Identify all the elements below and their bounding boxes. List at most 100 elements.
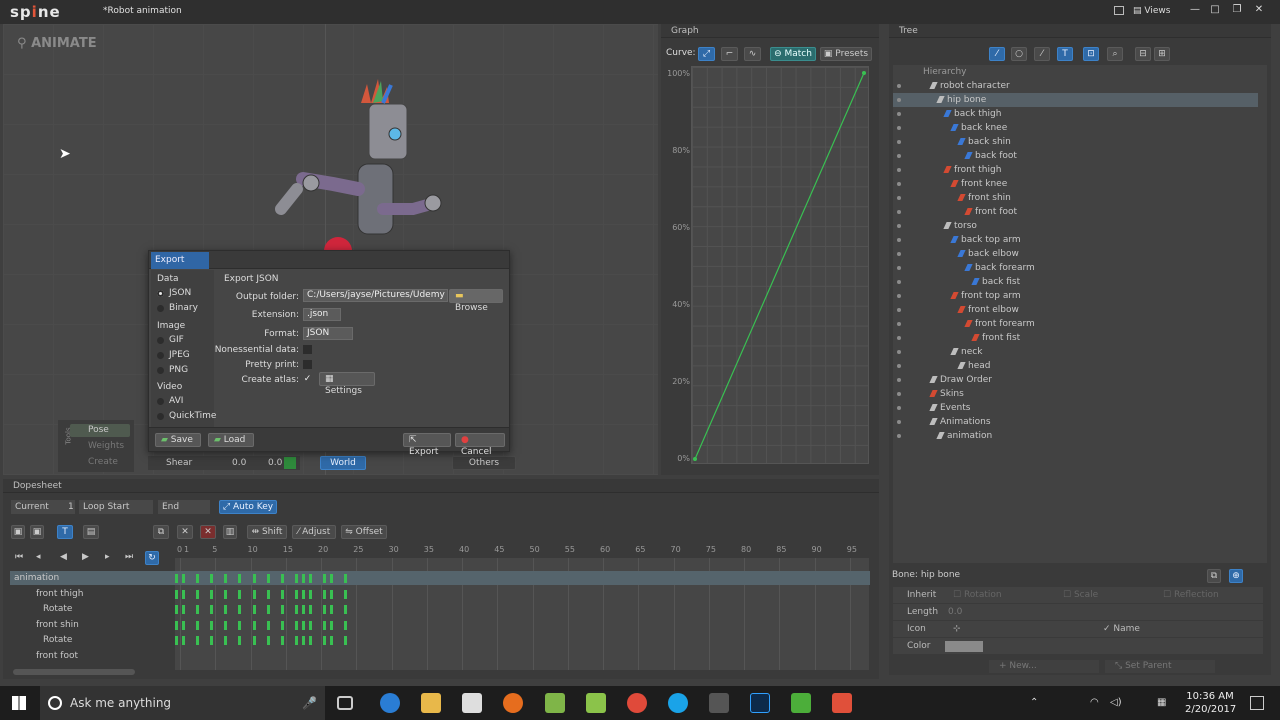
offset-button[interactable]: ⇋ Offset <box>341 525 387 539</box>
keyframe[interactable] <box>266 620 270 630</box>
presets-button[interactable]: ▣ Presets <box>820 47 872 61</box>
prev-key-icon[interactable]: ◂ <box>36 552 41 562</box>
keyframe[interactable] <box>323 605 327 614</box>
windows-start-icon[interactable] <box>12 696 26 710</box>
new-button[interactable]: + New... <box>989 660 1099 673</box>
keyframe[interactable] <box>294 620 298 630</box>
constraints-filter-icon[interactable]: T <box>1057 47 1073 61</box>
attachments-filter-icon[interactable]: ⁄ <box>1034 47 1050 61</box>
next-key-icon[interactable]: ▸ <box>105 552 110 562</box>
keyframe[interactable] <box>238 620 242 630</box>
notes-icon[interactable] <box>586 693 606 713</box>
keyframe[interactable] <box>175 589 178 599</box>
shear-x-value[interactable]: 0.0 <box>232 456 246 470</box>
keyframe[interactable] <box>224 574 228 583</box>
visibility-icon[interactable] <box>897 420 901 424</box>
tree-item[interactable]: back top arm <box>893 233 1258 247</box>
visibility-icon[interactable] <box>897 350 901 354</box>
keyframe[interactable] <box>280 636 284 645</box>
keyframe[interactable] <box>182 620 186 630</box>
keyframe[interactable] <box>196 574 200 583</box>
keyframe[interactable] <box>210 605 214 614</box>
pose-button[interactable]: Pose <box>70 424 130 437</box>
keyframe[interactable] <box>224 620 228 630</box>
store-icon[interactable] <box>462 693 482 713</box>
keyframe[interactable] <box>294 589 298 599</box>
graph-plot[interactable] <box>691 66 869 464</box>
loop-icon[interactable]: ↻ <box>145 551 159 565</box>
keyframe[interactable] <box>344 589 348 599</box>
keyframe[interactable] <box>252 589 256 599</box>
keyframe[interactable] <box>301 574 305 583</box>
keyframe[interactable] <box>301 636 305 645</box>
keyframe[interactable] <box>280 605 284 614</box>
load-button[interactable]: ▰ Load <box>208 433 254 447</box>
visibility-icon[interactable] <box>897 98 901 102</box>
tree-item[interactable]: back fist <box>893 275 1258 289</box>
name-checkbox[interactable]: ✓ Name <box>1103 621 1140 637</box>
timeline-ruler[interactable]: 0 1 5 10 15 20 25 30 35 40 45 50 55 60 65 70 75 80 85 90 95 <box>175 545 875 559</box>
tree-item[interactable]: Animations <box>893 415 1258 429</box>
color-swatch[interactable] <box>945 641 983 652</box>
keyframe[interactable] <box>294 636 298 645</box>
dopesheet-row[interactable]: animation <box>10 571 870 585</box>
remove-icon[interactable]: ✕ <box>200 525 216 539</box>
keyframe[interactable] <box>294 574 298 583</box>
visibility-icon[interactable] <box>897 364 901 368</box>
keyframe[interactable] <box>344 574 348 583</box>
keyframe[interactable] <box>175 574 178 583</box>
tree-item[interactable]: back forearm <box>893 261 1258 275</box>
tree-item[interactable]: front thigh <box>893 163 1258 177</box>
visibility-icon[interactable] <box>897 126 901 130</box>
keyframe[interactable] <box>252 605 256 614</box>
keyframe[interactable] <box>224 636 228 645</box>
tree-item[interactable]: neck <box>893 345 1258 359</box>
tree-item[interactable]: front knee <box>893 177 1258 191</box>
pretty-print-checkbox[interactable] <box>303 360 312 369</box>
visibility-icon[interactable] <box>897 140 901 144</box>
curve-stepped-icon[interactable]: ⌐ <box>721 47 738 61</box>
keyframe[interactable] <box>182 589 186 599</box>
keyboard-icon[interactable]: ▦ <box>1157 697 1166 708</box>
visibility-icon[interactable] <box>897 252 901 256</box>
keyframe[interactable] <box>344 605 348 614</box>
bone-lock-icon[interactable]: ⧉ <box>1207 569 1221 583</box>
microphone-icon[interactable]: 🎤 <box>302 686 317 720</box>
visibility-icon[interactable] <box>897 322 901 326</box>
keyframe[interactable] <box>294 605 298 614</box>
others-button[interactable]: Others <box>452 456 516 470</box>
keyframe[interactable] <box>344 636 348 645</box>
tree-item[interactable]: Skins <box>893 387 1258 401</box>
set-parent-button[interactable]: ⤡ Set Parent <box>1105 660 1215 673</box>
last-frame-icon[interactable]: ⏭ <box>125 552 133 562</box>
keyframe[interactable] <box>330 605 334 614</box>
task-view-icon[interactable] <box>337 696 353 710</box>
visibility-icon[interactable] <box>897 168 901 172</box>
keyframe[interactable] <box>175 636 178 645</box>
dopesheet-row[interactable]: front foot <box>10 649 870 663</box>
images-filter-icon[interactable]: ⊡ <box>1083 47 1099 61</box>
keyframe[interactable] <box>266 605 270 614</box>
curve-bezier-icon[interactable]: ∿ <box>744 47 761 61</box>
file-explorer-icon[interactable] <box>421 693 441 713</box>
hierarchy-tree[interactable]: Hierarchy robot character hip bone back th… <box>893 65 1267 563</box>
visibility-icon[interactable] <box>897 112 901 116</box>
keyframe[interactable] <box>330 589 334 599</box>
keyframe[interactable] <box>210 620 214 630</box>
keyframe[interactable] <box>330 574 334 583</box>
visibility-icon[interactable] <box>897 84 901 88</box>
chrome-icon[interactable] <box>627 693 647 713</box>
keyframe[interactable] <box>330 636 334 645</box>
keyframe[interactable] <box>301 605 305 614</box>
inherit-scale[interactable]: ☐ Scale <box>1063 587 1098 603</box>
shear-key-icon[interactable] <box>284 457 296 469</box>
keyframe[interactable] <box>344 620 348 630</box>
auto-key-button[interactable]: ⤢ Auto Key <box>219 500 277 514</box>
bones-filter-icon[interactable]: ⁄ <box>989 47 1005 61</box>
visibility-icon[interactable] <box>897 224 901 228</box>
tree-item[interactable]: back elbow <box>893 247 1258 261</box>
keyframe[interactable] <box>308 636 312 645</box>
layout-icon[interactable] <box>1114 6 1124 15</box>
keyframe[interactable] <box>308 574 312 583</box>
robot-character[interactable] <box>253 79 453 279</box>
